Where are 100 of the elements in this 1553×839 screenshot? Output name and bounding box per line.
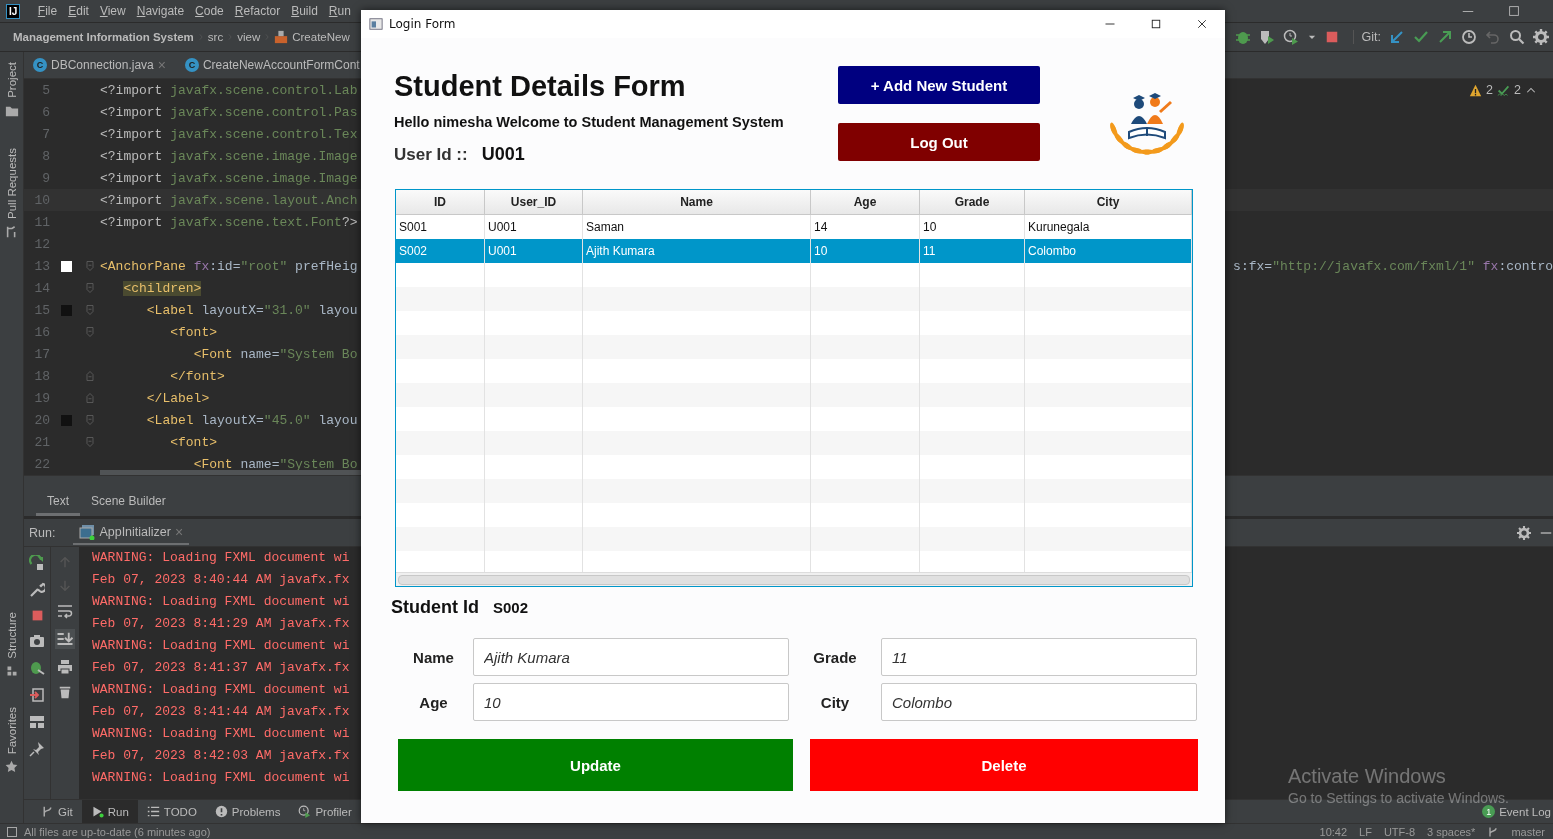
console-line: WARNING: Loading FXML document wi (92, 593, 350, 611)
text-field[interactable]: Ajith Kumara (473, 638, 789, 676)
tool-window-tab[interactable]: Structure (5, 612, 18, 659)
tool-window-tab[interactable]: Git (32, 800, 82, 823)
code-line: <?import javafx.scene.image.Image (100, 148, 358, 164)
menu-item[interactable]: Refactor (229, 4, 286, 18)
tool-window-tab[interactable]: Problems (205, 800, 290, 823)
text-field[interactable]: Colombo (881, 683, 1197, 721)
console-line: WARNING: Loading FXML document wi (92, 681, 350, 699)
git-label: Git: (1352, 30, 1381, 44)
column-header[interactable]: ID (396, 190, 485, 214)
breadcrumb-item[interactable]: Management Information System (13, 31, 194, 43)
code-line: <AnchorPane fx:id="root" prefHeig (100, 258, 358, 274)
console-line: Feb 07, 2023 8:41:37 AM javafx.fx (92, 659, 350, 677)
editor-mode-tab[interactable]: Text (36, 490, 80, 516)
menu-item[interactable]: File (32, 4, 63, 18)
event-log-link[interactable]: Event Log (1499, 805, 1551, 818)
code-line: <Font name="System Bo (192, 346, 358, 362)
line-number: 19 (33, 390, 51, 406)
table-cell: U001 (485, 239, 583, 263)
code-line: <?import javafx.scene.layout.Anch (100, 192, 358, 208)
status-item[interactable]: LF (1359, 825, 1372, 838)
column-header[interactable]: Age (811, 190, 920, 214)
field-label: City (819, 692, 851, 713)
column-header[interactable]: Name (583, 190, 811, 214)
tool-window-tab[interactable]: TODO (137, 800, 206, 823)
line-number: 22 (33, 456, 51, 472)
add-student-button[interactable]: + Add New Student (838, 66, 1040, 104)
app-logo: IJ (6, 3, 21, 19)
console-line: Feb 07, 2023 8:42:03 AM javafx.fx (92, 747, 350, 765)
class-icon: C (184, 58, 199, 72)
menu-item[interactable]: Edit (62, 4, 95, 18)
class-icon: C (33, 58, 47, 72)
code-line: <?import javafx.scene.image.Image (100, 170, 358, 186)
status-item[interactable]: UTF-8 (1383, 825, 1416, 838)
line-number: 5 (41, 82, 51, 98)
tool-window-tab[interactable]: Run (81, 800, 138, 823)
column-header[interactable]: Grade (920, 190, 1025, 214)
logout-button[interactable]: Log Out (838, 123, 1040, 161)
tool-window-tab[interactable]: Favorites (5, 706, 18, 754)
console-line: Feb 07, 2023 8:41:44 AM javafx.fx (92, 703, 350, 721)
line-number: 17 (33, 346, 51, 362)
code-line: s:fx="http://javafx.com/fxml/1" fx:contro (1233, 258, 1553, 274)
breadcrumb-item[interactable]: src (207, 31, 224, 43)
line-number: 21 (33, 434, 51, 450)
user-id-label: User Id :: (394, 145, 468, 165)
activation-hint: Go to Settings to activate Windows. (1288, 790, 1509, 806)
field-label: Age (418, 692, 449, 713)
line-number: 15 (33, 302, 51, 318)
menu-item[interactable]: Code (189, 4, 230, 18)
editor-tab[interactable]: C DBConnection.java × (24, 52, 176, 78)
notification-count: 1 (1482, 805, 1496, 818)
code-line: <?import javafx.scene.control.Lab (100, 82, 358, 98)
code-line: </Label> (145, 390, 210, 406)
console-line: WARNING: Loading FXML document wi (92, 769, 350, 787)
line-number: 18 (33, 368, 51, 384)
editor-tab[interactable]: C CreateNewAccountFormCont (175, 52, 360, 78)
status-item[interactable]: 10:42 (1319, 825, 1348, 838)
delete-button[interactable]: Delete (810, 739, 1198, 791)
column-header[interactable]: City (1025, 190, 1192, 214)
greeting-text: Hello nimesha Welcome to Student Management System (394, 114, 785, 130)
text-field[interactable]: 11 (881, 638, 1197, 676)
console-line: WARNING: Loading FXML document wi (92, 725, 350, 743)
tool-window-tab[interactable]: Pull Requests (5, 147, 18, 219)
table-row[interactable]: S002 U001 Ajith Kumara 10 11 Colombo (396, 239, 1192, 263)
column-header[interactable]: User_ID (485, 190, 583, 214)
line-number: 6 (41, 104, 51, 120)
update-button[interactable]: Update (398, 739, 793, 791)
student-id-value: S002 (493, 599, 529, 616)
tool-window-tab[interactable]: Profiler (289, 800, 361, 823)
code-line: <Label layoutX="45.0" layou (145, 412, 358, 428)
field-label: Name (412, 647, 455, 668)
configuration-tab[interactable]: AppInitializer × (73, 520, 190, 545)
line-number: 14 (33, 280, 51, 296)
console-line: WARNING: Loading FXML document wi (92, 549, 350, 567)
line-number: 8 (41, 148, 51, 164)
menu-item[interactable]: Run (323, 4, 357, 18)
code-line: <?import javafx.scene.control.Tex (100, 126, 358, 142)
status-item[interactable]: 3 spaces* (1427, 825, 1476, 838)
branch-name[interactable]: master (1511, 825, 1545, 838)
breadcrumb-item[interactable]: view (237, 31, 261, 43)
line-number: 16 (33, 324, 51, 340)
code-line: <font> (169, 324, 218, 340)
editor-mode-tab[interactable]: Scene Builder (80, 490, 177, 516)
menu-item[interactable]: View (94, 4, 132, 18)
line-number: 7 (41, 126, 51, 142)
window-title: Login Form (389, 17, 456, 31)
warning-count: 2 (1486, 83, 1494, 97)
status-message: All files are up-to-date (6 minutes ago) (24, 825, 211, 838)
breadcrumb-item[interactable]: CreateNew (292, 31, 350, 43)
table-cell: Ajith Kumara (583, 239, 811, 263)
menu-item[interactable]: Build (285, 4, 324, 18)
activation-title: Activate Windows (1288, 764, 1447, 788)
code-line: <?import javafx.scene.control.Pas (100, 104, 358, 120)
menu-item[interactable]: Navigate (131, 4, 190, 18)
text-field[interactable]: 10 (473, 683, 789, 721)
code-line: <?import javafx.scene.text.Font?> (100, 214, 358, 230)
table-cell: S002 (396, 239, 485, 263)
tool-window-tab[interactable]: Project (5, 62, 18, 98)
console-line: WARNING: Loading FXML document wi (92, 637, 350, 655)
